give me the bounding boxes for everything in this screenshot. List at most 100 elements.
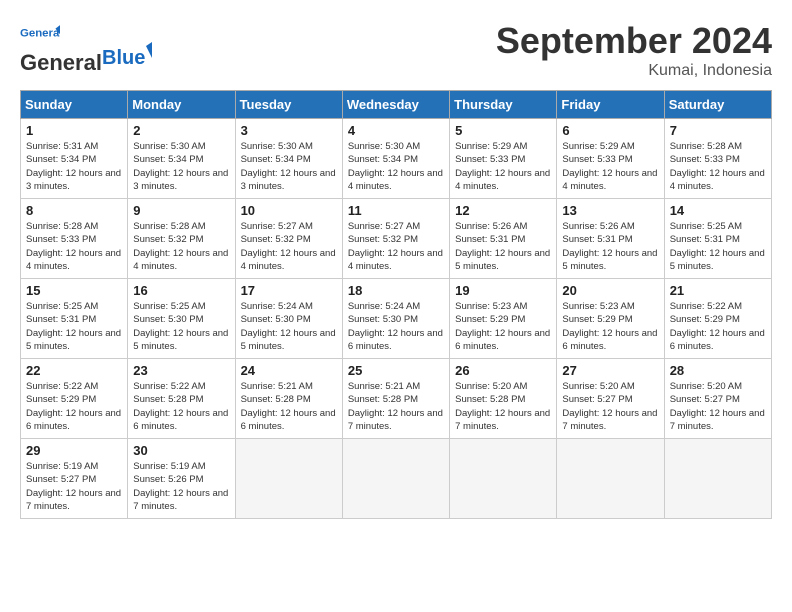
table-row: 18 Sunrise: 5:24 AM Sunset: 5:30 PM Dayl…: [342, 279, 449, 359]
day-number: 26: [455, 363, 551, 378]
day-info: Sunrise: 5:24 AM Sunset: 5:30 PM Dayligh…: [241, 300, 337, 353]
header-wednesday: Wednesday: [342, 91, 449, 119]
day-number: 17: [241, 283, 337, 298]
header-thursday: Thursday: [450, 91, 557, 119]
empty-cell: [664, 439, 771, 519]
table-row: 24 Sunrise: 5:21 AM Sunset: 5:28 PM Dayl…: [235, 359, 342, 439]
day-info: Sunrise: 5:25 AM Sunset: 5:31 PM Dayligh…: [26, 300, 122, 353]
day-info: Sunrise: 5:20 AM Sunset: 5:28 PM Dayligh…: [455, 380, 551, 433]
day-number: 15: [26, 283, 122, 298]
day-info: Sunrise: 5:24 AM Sunset: 5:30 PM Dayligh…: [348, 300, 444, 353]
day-number: 22: [26, 363, 122, 378]
day-info: Sunrise: 5:28 AM Sunset: 5:33 PM Dayligh…: [670, 140, 766, 193]
day-info: Sunrise: 5:30 AM Sunset: 5:34 PM Dayligh…: [348, 140, 444, 193]
empty-cell: [235, 439, 342, 519]
day-info: Sunrise: 5:28 AM Sunset: 5:33 PM Dayligh…: [26, 220, 122, 273]
location: Kumai, Indonesia: [496, 62, 772, 80]
header-sunday: Sunday: [21, 91, 128, 119]
calendar-week-row: 29 Sunrise: 5:19 AM Sunset: 5:27 PM Dayl…: [21, 439, 772, 519]
logo: General General Blue: [20, 20, 152, 76]
table-row: 10 Sunrise: 5:27 AM Sunset: 5:32 PM Dayl…: [235, 199, 342, 279]
table-row: 28 Sunrise: 5:20 AM Sunset: 5:27 PM Dayl…: [664, 359, 771, 439]
table-row: 15 Sunrise: 5:25 AM Sunset: 5:31 PM Dayl…: [21, 279, 128, 359]
day-info: Sunrise: 5:23 AM Sunset: 5:29 PM Dayligh…: [455, 300, 551, 353]
table-row: 8 Sunrise: 5:28 AM Sunset: 5:33 PM Dayli…: [21, 199, 128, 279]
day-info: Sunrise: 5:22 AM Sunset: 5:29 PM Dayligh…: [26, 380, 122, 433]
header-monday: Monday: [128, 91, 235, 119]
day-number: 30: [133, 443, 229, 458]
day-number: 13: [562, 203, 658, 218]
day-info: Sunrise: 5:30 AM Sunset: 5:34 PM Dayligh…: [133, 140, 229, 193]
header-tuesday: Tuesday: [235, 91, 342, 119]
day-info: Sunrise: 5:30 AM Sunset: 5:34 PM Dayligh…: [241, 140, 337, 193]
logo-general: General: [20, 50, 102, 76]
day-number: 8: [26, 203, 122, 218]
calendar-week-row: 15 Sunrise: 5:25 AM Sunset: 5:31 PM Dayl…: [21, 279, 772, 359]
logo-blue: Blue: [102, 42, 152, 76]
day-info: Sunrise: 5:29 AM Sunset: 5:33 PM Dayligh…: [562, 140, 658, 193]
table-row: 5 Sunrise: 5:29 AM Sunset: 5:33 PM Dayli…: [450, 119, 557, 199]
day-number: 4: [348, 123, 444, 138]
calendar-week-row: 22 Sunrise: 5:22 AM Sunset: 5:29 PM Dayl…: [21, 359, 772, 439]
calendar-week-row: 8 Sunrise: 5:28 AM Sunset: 5:33 PM Dayli…: [21, 199, 772, 279]
day-number: 3: [241, 123, 337, 138]
table-row: 6 Sunrise: 5:29 AM Sunset: 5:33 PM Dayli…: [557, 119, 664, 199]
day-number: 18: [348, 283, 444, 298]
day-info: Sunrise: 5:19 AM Sunset: 5:27 PM Dayligh…: [26, 460, 122, 513]
day-number: 23: [133, 363, 229, 378]
table-row: 13 Sunrise: 5:26 AM Sunset: 5:31 PM Dayl…: [557, 199, 664, 279]
day-number: 1: [26, 123, 122, 138]
header-friday: Friday: [557, 91, 664, 119]
day-number: 21: [670, 283, 766, 298]
day-number: 7: [670, 123, 766, 138]
day-number: 12: [455, 203, 551, 218]
day-number: 19: [455, 283, 551, 298]
day-info: Sunrise: 5:25 AM Sunset: 5:31 PM Dayligh…: [670, 220, 766, 273]
table-row: 4 Sunrise: 5:30 AM Sunset: 5:34 PM Dayli…: [342, 119, 449, 199]
table-row: 11 Sunrise: 5:27 AM Sunset: 5:32 PM Dayl…: [342, 199, 449, 279]
day-number: 9: [133, 203, 229, 218]
table-row: 2 Sunrise: 5:30 AM Sunset: 5:34 PM Dayli…: [128, 119, 235, 199]
svg-text:General: General: [20, 28, 60, 40]
calendar: Sunday Monday Tuesday Wednesday Thursday…: [20, 90, 772, 519]
table-row: 20 Sunrise: 5:23 AM Sunset: 5:29 PM Dayl…: [557, 279, 664, 359]
table-row: 9 Sunrise: 5:28 AM Sunset: 5:32 PM Dayli…: [128, 199, 235, 279]
day-number: 27: [562, 363, 658, 378]
day-info: Sunrise: 5:29 AM Sunset: 5:33 PM Dayligh…: [455, 140, 551, 193]
empty-cell: [557, 439, 664, 519]
day-info: Sunrise: 5:27 AM Sunset: 5:32 PM Dayligh…: [348, 220, 444, 273]
table-row: 12 Sunrise: 5:26 AM Sunset: 5:31 PM Dayl…: [450, 199, 557, 279]
day-number: 24: [241, 363, 337, 378]
day-number: 10: [241, 203, 337, 218]
table-row: 19 Sunrise: 5:23 AM Sunset: 5:29 PM Dayl…: [450, 279, 557, 359]
table-row: 29 Sunrise: 5:19 AM Sunset: 5:27 PM Dayl…: [21, 439, 128, 519]
table-row: 14 Sunrise: 5:25 AM Sunset: 5:31 PM Dayl…: [664, 199, 771, 279]
day-number: 5: [455, 123, 551, 138]
day-number: 28: [670, 363, 766, 378]
table-row: 30 Sunrise: 5:19 AM Sunset: 5:26 PM Dayl…: [128, 439, 235, 519]
table-row: 1 Sunrise: 5:31 AM Sunset: 5:34 PM Dayli…: [21, 119, 128, 199]
day-info: Sunrise: 5:27 AM Sunset: 5:32 PM Dayligh…: [241, 220, 337, 273]
day-info: Sunrise: 5:28 AM Sunset: 5:32 PM Dayligh…: [133, 220, 229, 273]
day-number: 20: [562, 283, 658, 298]
table-row: 23 Sunrise: 5:22 AM Sunset: 5:28 PM Dayl…: [128, 359, 235, 439]
day-info: Sunrise: 5:22 AM Sunset: 5:28 PM Dayligh…: [133, 380, 229, 433]
day-info: Sunrise: 5:25 AM Sunset: 5:30 PM Dayligh…: [133, 300, 229, 353]
logo-icon: General: [20, 20, 60, 48]
day-info: Sunrise: 5:23 AM Sunset: 5:29 PM Dayligh…: [562, 300, 658, 353]
svg-text:Blue: Blue: [102, 47, 145, 69]
header-saturday: Saturday: [664, 91, 771, 119]
day-info: Sunrise: 5:19 AM Sunset: 5:26 PM Dayligh…: [133, 460, 229, 513]
day-info: Sunrise: 5:21 AM Sunset: 5:28 PM Dayligh…: [241, 380, 337, 433]
table-row: 27 Sunrise: 5:20 AM Sunset: 5:27 PM Dayl…: [557, 359, 664, 439]
day-number: 6: [562, 123, 658, 138]
day-number: 11: [348, 203, 444, 218]
calendar-week-row: 1 Sunrise: 5:31 AM Sunset: 5:34 PM Dayli…: [21, 119, 772, 199]
table-row: 21 Sunrise: 5:22 AM Sunset: 5:29 PM Dayl…: [664, 279, 771, 359]
day-info: Sunrise: 5:22 AM Sunset: 5:29 PM Dayligh…: [670, 300, 766, 353]
day-number: 16: [133, 283, 229, 298]
table-row: 17 Sunrise: 5:24 AM Sunset: 5:30 PM Dayl…: [235, 279, 342, 359]
table-row: 26 Sunrise: 5:20 AM Sunset: 5:28 PM Dayl…: [450, 359, 557, 439]
table-row: 7 Sunrise: 5:28 AM Sunset: 5:33 PM Dayli…: [664, 119, 771, 199]
empty-cell: [450, 439, 557, 519]
